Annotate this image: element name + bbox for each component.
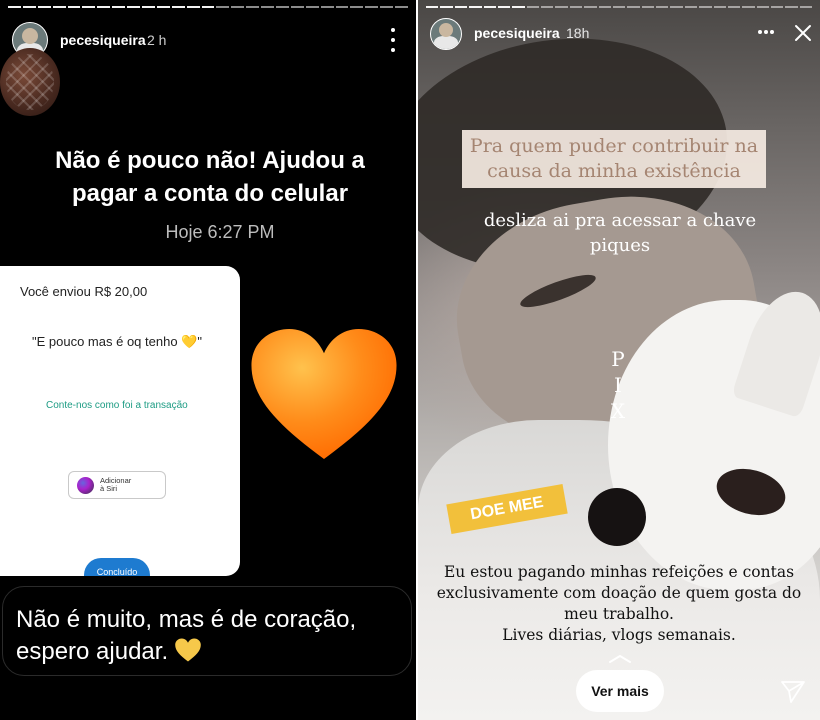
siri-label: Adicionar à Siri bbox=[100, 476, 132, 493]
receipt-message: "E pouco mas é oq tenho 💛" bbox=[32, 334, 202, 349]
description-line: Eu estou pagando minhas refeições e cont… bbox=[443, 563, 795, 581]
story-progress-bar bbox=[426, 6, 813, 8]
yellow-heart-icon bbox=[175, 638, 201, 662]
story-caption: Não é muito, mas é de coração, espero aj… bbox=[16, 604, 406, 668]
receipt-feedback-link: Conte-nos como foi a transação bbox=[46, 400, 188, 411]
username[interactable]: pecesiqueira bbox=[474, 25, 560, 41]
story-left[interactable]: pecesiqueira 2 h Não é pouco não! Ajudou… bbox=[0, 0, 416, 720]
description-line: meu trabalho. bbox=[564, 605, 674, 623]
story-headline: Não é pouco não! Ajudou a pagar a conta … bbox=[55, 147, 365, 207]
description-line: Lives diárias, vlogs semanais. bbox=[502, 626, 736, 644]
pix-text: P I X bbox=[604, 346, 632, 424]
orange-heart-icon bbox=[251, 329, 397, 459]
post-time: 18h bbox=[566, 25, 590, 41]
story-description: Eu estou pagando minhas refeições e cont… bbox=[418, 562, 820, 646]
more-options-icon[interactable] bbox=[386, 28, 400, 52]
chevron-up-icon bbox=[609, 655, 631, 663]
send-icon[interactable] bbox=[780, 678, 806, 704]
photo-dog-nose bbox=[588, 488, 646, 546]
contribute-text: Pra quem puder contribuir na causa da mi… bbox=[462, 130, 766, 188]
siri-icon bbox=[77, 476, 94, 494]
receipt-amount: Você enviou R$ 20,00 bbox=[20, 284, 148, 299]
swipe-text: desliza ai pra acessar a chave piques bbox=[483, 210, 757, 256]
see-more-button[interactable]: Ver mais bbox=[576, 670, 664, 712]
message-date: Hoje 6:27 PM bbox=[165, 222, 275, 242]
add-to-siri-button: Adicionar à Siri bbox=[68, 471, 166, 499]
close-icon[interactable] bbox=[794, 24, 812, 42]
description-line: exclusivamente com doação de quem gosta … bbox=[436, 584, 802, 602]
cake-photo bbox=[0, 48, 60, 116]
story-progress-bar bbox=[8, 6, 409, 8]
username[interactable]: pecesiqueira bbox=[60, 32, 146, 48]
story-right[interactable]: pecesiqueira 18h Pra quem puder contribu… bbox=[418, 0, 820, 720]
post-time: 2 h bbox=[147, 32, 167, 48]
pix-letter: X bbox=[610, 399, 626, 423]
done-button: Concluído bbox=[84, 558, 150, 576]
pix-letter: P bbox=[611, 347, 625, 371]
pix-letter: I bbox=[614, 373, 622, 397]
payment-receipt: Você enviou R$ 20,00 "E pouco mas é oq t… bbox=[0, 266, 240, 576]
avatar[interactable] bbox=[430, 18, 462, 50]
more-options-icon[interactable] bbox=[758, 24, 774, 40]
